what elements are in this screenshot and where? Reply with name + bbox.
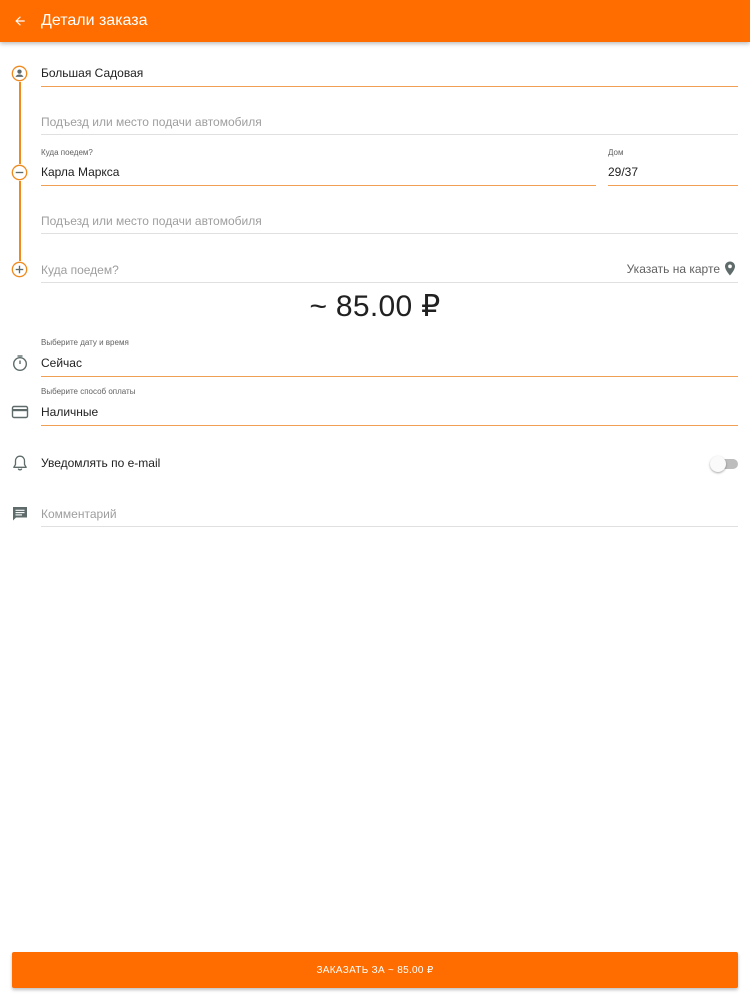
payment-label: Выберите способ оплаты [41,387,136,396]
map-pin-icon [725,261,735,276]
payment-field[interactable]: Выберите способ оплаты Наличные [41,387,738,426]
datetime-label: Выберите дату и время [41,338,129,347]
destination-street-label: Куда поедем? [41,148,93,157]
arrow-left-icon [15,16,25,26]
add-stop-placeholder: Куда поедем? [41,263,119,277]
payment-value: Наличные [41,405,99,419]
comment-placeholder: Комментарий [41,507,117,521]
origin-street-value: Большая Садовая [41,66,144,80]
timer-icon [12,355,28,372]
page-title: Детали заказа [41,12,148,29]
destination-entrance-field[interactable]: Подъезд или место подачи автомобиля [41,210,738,234]
comment-field[interactable]: Комментарий [41,502,738,527]
comment-icon [13,507,27,521]
destination-entrance-placeholder: Подъезд или место подачи автомобиля [41,214,262,228]
datetime-value: Сейчас [41,356,82,370]
destination-house-label: Дом [608,148,624,157]
origin-entrance-field[interactable]: Подъезд или место подачи автомобиля [41,110,738,135]
bell-icon [13,455,27,471]
credit-card-icon [11,405,29,419]
person-icon [11,65,28,82]
app-bar: Детали заказа [0,0,750,42]
toggle-thumb [710,456,726,472]
back-button[interactable] [0,0,40,42]
destination-street-value: Карла Маркса [41,165,120,179]
notify-email-label: Уведомлять по e-mail [41,456,161,470]
select-on-map-label: Указать на карте [626,261,720,276]
remove-stop-icon[interactable] [11,164,28,181]
destination-street-field[interactable]: Куда поедем? Карла Маркса [41,148,596,186]
datetime-field[interactable]: Выберите дату и время Сейчас [41,338,738,377]
select-on-map-link[interactable]: Указать на карте [627,261,736,276]
destination-house-field[interactable]: Дом 29/37 [608,148,738,186]
origin-street-field[interactable]: Большая Садовая [41,60,738,87]
notify-email-toggle[interactable] [710,456,738,472]
price-estimate: ~ 85.00 ₽ [309,290,441,323]
destination-house-value: 29/37 [608,165,639,179]
origin-entrance-placeholder: Подъезд или место подачи автомобиля [41,115,262,129]
order-button[interactable]: ЗАКАЗАТЬ ЗА ~ 85.00 ₽ [12,952,738,988]
add-stop-icon[interactable] [11,261,28,278]
